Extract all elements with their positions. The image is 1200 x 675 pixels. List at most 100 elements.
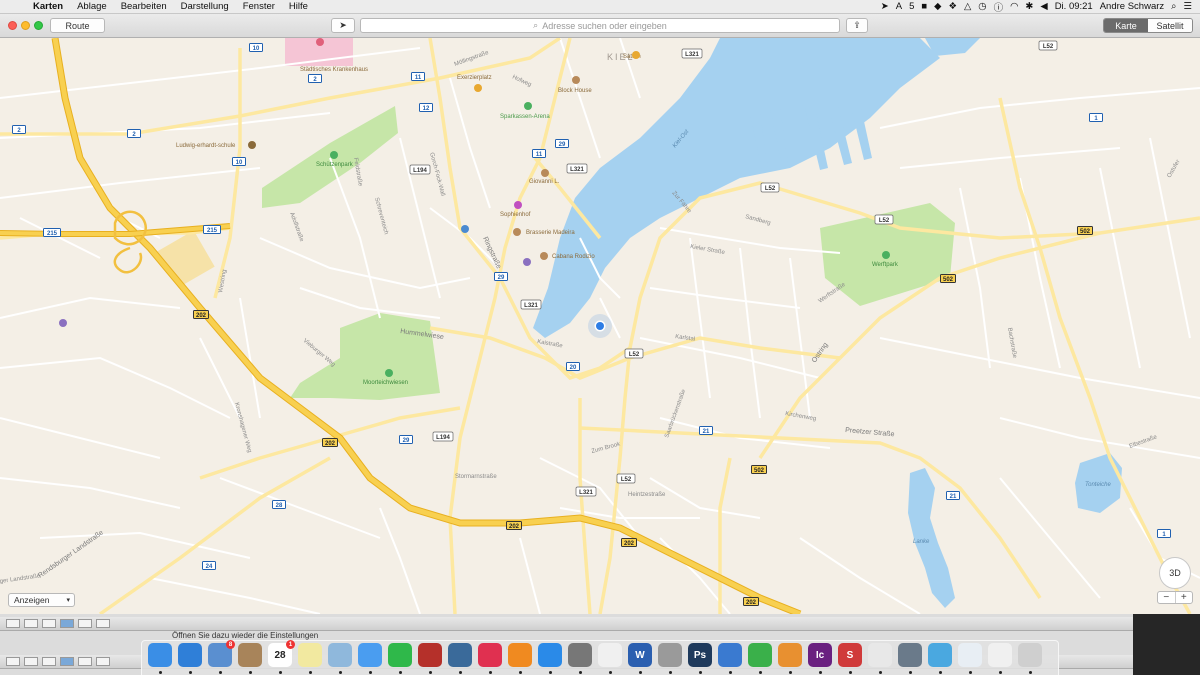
dock-mail-stamp-icon[interactable]: 8 bbox=[208, 640, 235, 667]
school-marker-icon[interactable] bbox=[248, 141, 256, 149]
notification-center-icon[interactable]: ☰ bbox=[1183, 1, 1192, 12]
view-button[interactable] bbox=[24, 657, 38, 666]
dock-finder-icon[interactable] bbox=[148, 643, 172, 667]
park-moorteich-marker-icon[interactable] bbox=[385, 369, 393, 377]
view-button[interactable] bbox=[6, 657, 20, 666]
sophienhof-marker-icon[interactable] bbox=[514, 201, 522, 209]
dock-textedit-icon[interactable] bbox=[598, 643, 622, 667]
dock-itunes-icon[interactable] bbox=[478, 643, 502, 667]
close-window-button[interactable] bbox=[8, 21, 17, 30]
dock-documents-stack-icon[interactable] bbox=[958, 643, 982, 667]
park-schuetzenpark-marker-icon[interactable] bbox=[330, 151, 338, 159]
adobe-icon[interactable]: A bbox=[896, 1, 902, 12]
dock-stickies-icon[interactable] bbox=[298, 643, 322, 667]
view-button[interactable] bbox=[24, 619, 38, 628]
hospital-marker-icon[interactable] bbox=[316, 38, 324, 46]
dock-iphoto-icon[interactable] bbox=[448, 643, 472, 667]
view-button[interactable] bbox=[42, 619, 56, 628]
view-button[interactable] bbox=[78, 619, 92, 628]
zoom-out-button[interactable]: − bbox=[1158, 592, 1176, 603]
block-house-marker-icon[interactable] bbox=[572, 76, 580, 84]
saturn-marker-icon[interactable] bbox=[632, 51, 640, 59]
view-button[interactable] bbox=[96, 657, 110, 666]
current-location-button[interactable]: ➤ bbox=[331, 18, 355, 33]
menu-ablage[interactable]: Ablage bbox=[70, 1, 114, 12]
dock-printer-icon[interactable] bbox=[658, 643, 682, 667]
view-button[interactable] bbox=[6, 619, 20, 628]
dock-preview-icon[interactable] bbox=[328, 643, 352, 667]
transit-marker-icon[interactable] bbox=[523, 258, 531, 266]
dock-numbers-icon[interactable] bbox=[748, 643, 772, 667]
dock-keynote-icon[interactable] bbox=[718, 643, 742, 667]
svg-text:202: 202 bbox=[624, 541, 635, 547]
dock-safari-icon[interactable] bbox=[178, 643, 202, 667]
dock-photoshop-icon[interactable]: Ps bbox=[688, 643, 712, 667]
cabana-marker-icon[interactable] bbox=[540, 252, 548, 260]
drive-icon[interactable]: △ bbox=[964, 1, 971, 12]
map-mode-karte[interactable]: Karte bbox=[1104, 19, 1148, 32]
dock-slack-s-icon[interactable]: S bbox=[838, 643, 862, 667]
time-machine-icon[interactable]: ◷ bbox=[978, 1, 986, 12]
n-icon[interactable]: ■ bbox=[921, 1, 927, 12]
view-button[interactable] bbox=[78, 657, 92, 666]
dock-word-icon[interactable]: W bbox=[628, 643, 652, 667]
menu-fenster[interactable]: Fenster bbox=[236, 1, 282, 12]
minimize-window-button[interactable] bbox=[21, 21, 30, 30]
menu-hilfe[interactable]: Hilfe bbox=[282, 1, 315, 12]
spotlight-icon[interactable]: ⌕ bbox=[1171, 1, 1176, 12]
dropbox-icon[interactable]: ❖ bbox=[948, 1, 957, 12]
bluetooth-icon[interactable]: ✱ bbox=[1025, 1, 1033, 12]
search-input[interactable]: ⌕ Adresse suchen oder eingeben bbox=[360, 18, 840, 33]
view-button[interactable] bbox=[96, 619, 110, 628]
view-3d-button[interactable]: 3D bbox=[1159, 557, 1191, 589]
menu-bearbeiten[interactable]: Bearbeiten bbox=[114, 1, 174, 12]
dock-facetime-icon[interactable] bbox=[388, 643, 412, 667]
train-marker-icon[interactable] bbox=[59, 319, 67, 327]
location-arrow-icon[interactable]: ➤ bbox=[881, 1, 889, 12]
info-marker-icon[interactable] bbox=[461, 225, 469, 233]
dock-system-prefs-icon[interactable] bbox=[568, 643, 592, 667]
view-button[interactable] bbox=[60, 619, 74, 628]
map-canvas[interactable]: KIEL Hummelwiese Ringstraße Ostring Pree… bbox=[0, 38, 1200, 614]
map-view[interactable]: KIEL Hummelwiese Ringstraße Ostring Pree… bbox=[0, 38, 1200, 614]
sparkassen-arena-marker-icon[interactable] bbox=[524, 102, 532, 110]
giovanni-marker-icon[interactable] bbox=[541, 169, 549, 177]
dock-calendar-icon[interactable]: 28 1 bbox=[268, 640, 295, 667]
menu-darstellung[interactable]: Darstellung bbox=[174, 1, 236, 12]
dock-incopy-icon[interactable]: Ic bbox=[808, 643, 832, 667]
share-button[interactable]: ⇪ bbox=[846, 18, 868, 33]
dock-server-app-icon[interactable] bbox=[898, 643, 922, 667]
view-button[interactable] bbox=[60, 657, 74, 666]
zoom-in-button[interactable]: + bbox=[1176, 592, 1193, 603]
view-button[interactable] bbox=[42, 657, 56, 666]
dock-messages-icon[interactable] bbox=[358, 643, 382, 667]
user-name[interactable]: Andre Schwarz bbox=[1100, 1, 1164, 12]
brasserie-marker-icon[interactable] bbox=[513, 228, 521, 236]
background-window-toolbar bbox=[0, 617, 1133, 631]
volume-icon[interactable]: ◀ bbox=[1040, 1, 1047, 12]
dock-photo-booth-icon[interactable] bbox=[418, 643, 442, 667]
current-location-marker[interactable] bbox=[588, 314, 612, 338]
exerzierplatz-marker-icon[interactable] bbox=[474, 84, 482, 92]
dock-downloads-stack-icon[interactable] bbox=[988, 643, 1012, 667]
show-dropdown[interactable]: Anzeigen ▾ bbox=[8, 593, 75, 607]
dock-app-store-icon[interactable] bbox=[538, 643, 562, 667]
search-icon: ⌕ bbox=[533, 20, 539, 30]
fullscreen-window-button[interactable] bbox=[34, 21, 43, 30]
dock-screen-sharing-icon[interactable] bbox=[928, 643, 952, 667]
dock-pages-icon[interactable] bbox=[778, 643, 802, 667]
route-button[interactable]: Route bbox=[50, 18, 105, 33]
evernote-icon[interactable]: ◆ bbox=[934, 1, 941, 12]
shield-r1b: 1 bbox=[1157, 529, 1171, 538]
park-werftpark-marker-icon[interactable] bbox=[882, 251, 890, 259]
info-icon[interactable]: ⓘ bbox=[994, 0, 1004, 14]
menu-app-name[interactable]: Karten bbox=[26, 1, 70, 12]
wifi-icon[interactable]: ◠ bbox=[1010, 1, 1018, 12]
dock-ibooks-icon[interactable] bbox=[508, 643, 532, 667]
clock[interactable]: Di. 09:21 bbox=[1055, 1, 1093, 12]
dock-notes-brown-icon[interactable] bbox=[238, 643, 262, 667]
street-werftstrasse: Werftstraße bbox=[818, 281, 848, 304]
dock-trash-icon[interactable] bbox=[1018, 643, 1042, 667]
dock-script-editor-icon[interactable] bbox=[868, 643, 892, 667]
map-mode-satellit[interactable]: Satellit bbox=[1148, 19, 1192, 32]
